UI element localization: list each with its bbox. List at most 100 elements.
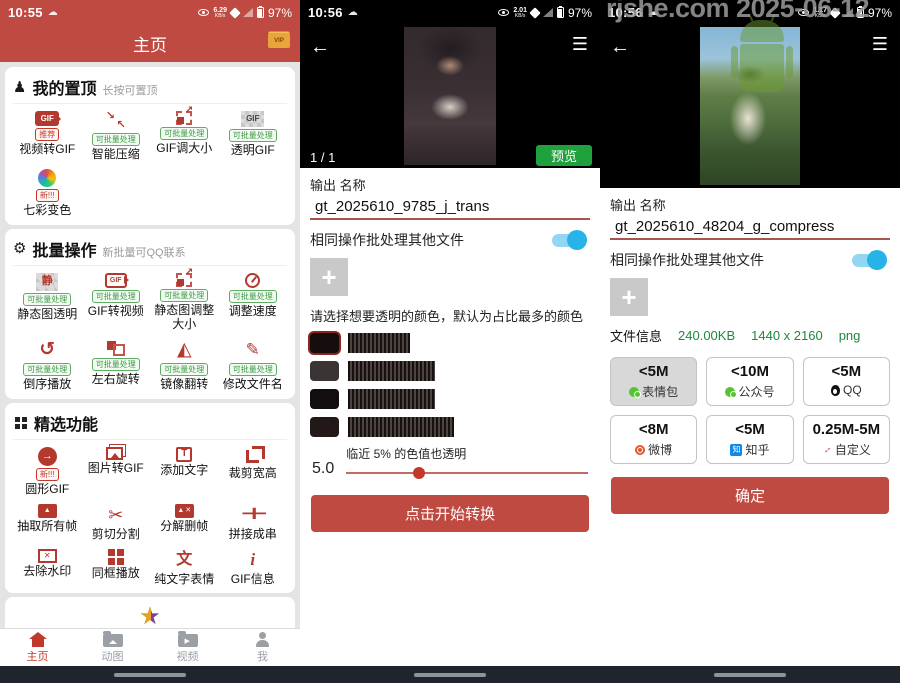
menu-icon[interactable]: ☰ (572, 35, 588, 53)
feature-item[interactable]: 可批量处理 调整速度 (219, 273, 288, 332)
nav-item[interactable]: 我 (225, 629, 300, 666)
add-file-button[interactable]: + (610, 278, 648, 316)
feature-label: 同框播放 (92, 567, 140, 581)
feature-label: 左右旋转 (92, 373, 140, 387)
feature-badge: 可批量处理 (229, 363, 277, 376)
add-text-icon (176, 447, 192, 462)
color-swatch[interactable] (310, 389, 339, 409)
feature-item[interactable]: 纯文字表情 (150, 549, 219, 587)
feature-item[interactable]: 新!!! 七彩变色 (13, 169, 82, 218)
menu-icon[interactable]: ☰ (872, 35, 888, 53)
size-preset-button[interactable]: 0.25M-5M 自定义 (803, 415, 890, 464)
grid-dots-icon (15, 417, 20, 422)
rotate-icon (107, 339, 125, 356)
output-name-input[interactable]: gt_2025610_9785_j_trans (310, 194, 590, 220)
confirm-button[interactable]: 确定 (611, 477, 889, 514)
vip-icon[interactable]: VIP (268, 33, 290, 48)
feature-item[interactable]: 可批量处理 倒序播放 (13, 339, 82, 392)
feature-item[interactable]: 裁剪宽高 (219, 447, 288, 497)
gesture-bar[interactable] (600, 666, 900, 683)
batch-toggle-row: 相同操作批处理其他文件 (610, 250, 890, 270)
me-icon (255, 632, 271, 647)
network-speed: 2.01KB/s (513, 7, 527, 19)
slider-thumb[interactable] (413, 467, 425, 479)
gesture-pill[interactable] (414, 673, 486, 677)
feature-item[interactable]: 分解删帧 (150, 504, 219, 542)
battery-icon (557, 7, 564, 18)
star-overlay (139, 605, 151, 628)
feature-item[interactable]: GIF信息 (219, 549, 288, 587)
mirror-icon (173, 339, 195, 361)
gesture-bar[interactable] (300, 666, 600, 683)
feature-item[interactable]: 拼接成串 (219, 504, 288, 542)
color-option-row[interactable] (310, 389, 590, 409)
feature-item[interactable]: 添加文字 (150, 447, 219, 497)
feature-item[interactable]: 可批量处理 智能压缩 (82, 111, 151, 162)
color-option-row[interactable] (310, 417, 590, 437)
feature-item[interactable]: 抽取所有帧 (13, 504, 82, 542)
size-preset-button[interactable]: <8M 微博 (610, 415, 697, 464)
feature-item[interactable]: 可批量处理 静态图透明 (13, 273, 82, 332)
extract-frames-icon (38, 504, 57, 518)
gesture-pill[interactable] (114, 673, 186, 677)
network-speed: 6.29KB/s (213, 7, 227, 19)
feature-label: 拼接成串 (229, 528, 277, 542)
nav-item[interactable]: 动图 (75, 629, 150, 666)
feature-item[interactable]: 可批量处理 GIF转视频 (82, 273, 151, 332)
nav-item[interactable]: 主页 (0, 629, 75, 666)
feature-item[interactable]: 新!!! 圆形GIF (13, 447, 82, 497)
feature-item[interactable]: 可批量处理 镜像翻转 (150, 339, 219, 392)
splice-icon (241, 504, 264, 526)
size-preset-button[interactable]: <5M 表情包 (610, 357, 697, 406)
tolerance-slider[interactable] (346, 472, 588, 474)
color-option-row[interactable] (310, 333, 590, 353)
color-option-row[interactable] (310, 361, 590, 381)
add-file-button[interactable]: + (310, 258, 348, 296)
gesture-pill[interactable] (714, 673, 786, 677)
file-format: png (839, 328, 861, 343)
color-swatch[interactable] (310, 333, 339, 353)
custom-icon (819, 442, 834, 457)
home-icon (29, 632, 47, 647)
preview-button[interactable]: 预览 (536, 145, 592, 166)
feature-item[interactable]: 剪切分割 (82, 504, 151, 542)
feature-item[interactable]: 推荐 视频转GIF (13, 111, 82, 162)
home-scroll-area[interactable]: ♟ 我的置顶 长按可置顶 推荐 视频转GIF 可批量处理 智能压缩 (0, 62, 300, 628)
back-arrow-icon[interactable]: ← (310, 37, 330, 57)
feature-item[interactable]: 可批量处理 左右旋转 (82, 339, 151, 392)
app-bar: 主页 VIP (0, 25, 300, 62)
size-preset-button[interactable]: <5M QQ (803, 357, 890, 406)
start-convert-button[interactable]: 点击开始转换 (311, 495, 589, 532)
section-header: ♟ 我的置顶 长按可置顶 (13, 72, 287, 104)
rename-icon (242, 339, 264, 361)
output-name-input[interactable]: gt_2025610_48204_g_compress (610, 214, 890, 240)
preset-name: 微博 (648, 441, 672, 458)
feature-badge: 可批量处理 (160, 127, 208, 140)
selected-image-thumbnail[interactable] (404, 27, 496, 165)
nav-item[interactable]: 视频 (150, 629, 225, 666)
color-proportion-bar (348, 333, 410, 353)
feature-item[interactable]: 可批量处理 透明GIF (219, 111, 288, 162)
back-arrow-icon[interactable]: ← (610, 37, 630, 57)
feature-item[interactable]: 可批量处理 GIF调大小 (150, 111, 219, 162)
section-title: 精选功能 (34, 411, 98, 435)
feature-item[interactable]: 可批量处理 静态图调整大小 (150, 273, 219, 332)
batch-toggle-row: 相同操作批处理其他文件 (310, 230, 590, 250)
more-functions-button[interactable]: 更多功能 (5, 597, 295, 628)
size-preset-button[interactable]: <10M 公众号 (706, 357, 793, 406)
batch-toggle-switch[interactable] (552, 234, 583, 247)
feature-badge: 可批量处理 (92, 133, 140, 146)
feature-item[interactable]: 去除水印 (13, 549, 82, 587)
feature-item[interactable]: 可批量处理 修改文件名 (219, 339, 288, 392)
size-preset-button[interactable]: <5M 知乎 (706, 415, 793, 464)
gesture-bar[interactable] (0, 666, 300, 683)
feature-item[interactable]: 同框播放 (82, 549, 151, 587)
delete-frames-icon (175, 504, 194, 518)
file-info-label: 文件信息 (610, 326, 662, 345)
color-swatch[interactable] (310, 361, 339, 381)
color-proportion-bar (348, 389, 435, 409)
reverse-icon (36, 339, 58, 361)
feature-item[interactable]: 图片转GIF (82, 447, 151, 497)
color-swatch[interactable] (310, 417, 339, 437)
batch-toggle-switch[interactable] (852, 254, 883, 267)
